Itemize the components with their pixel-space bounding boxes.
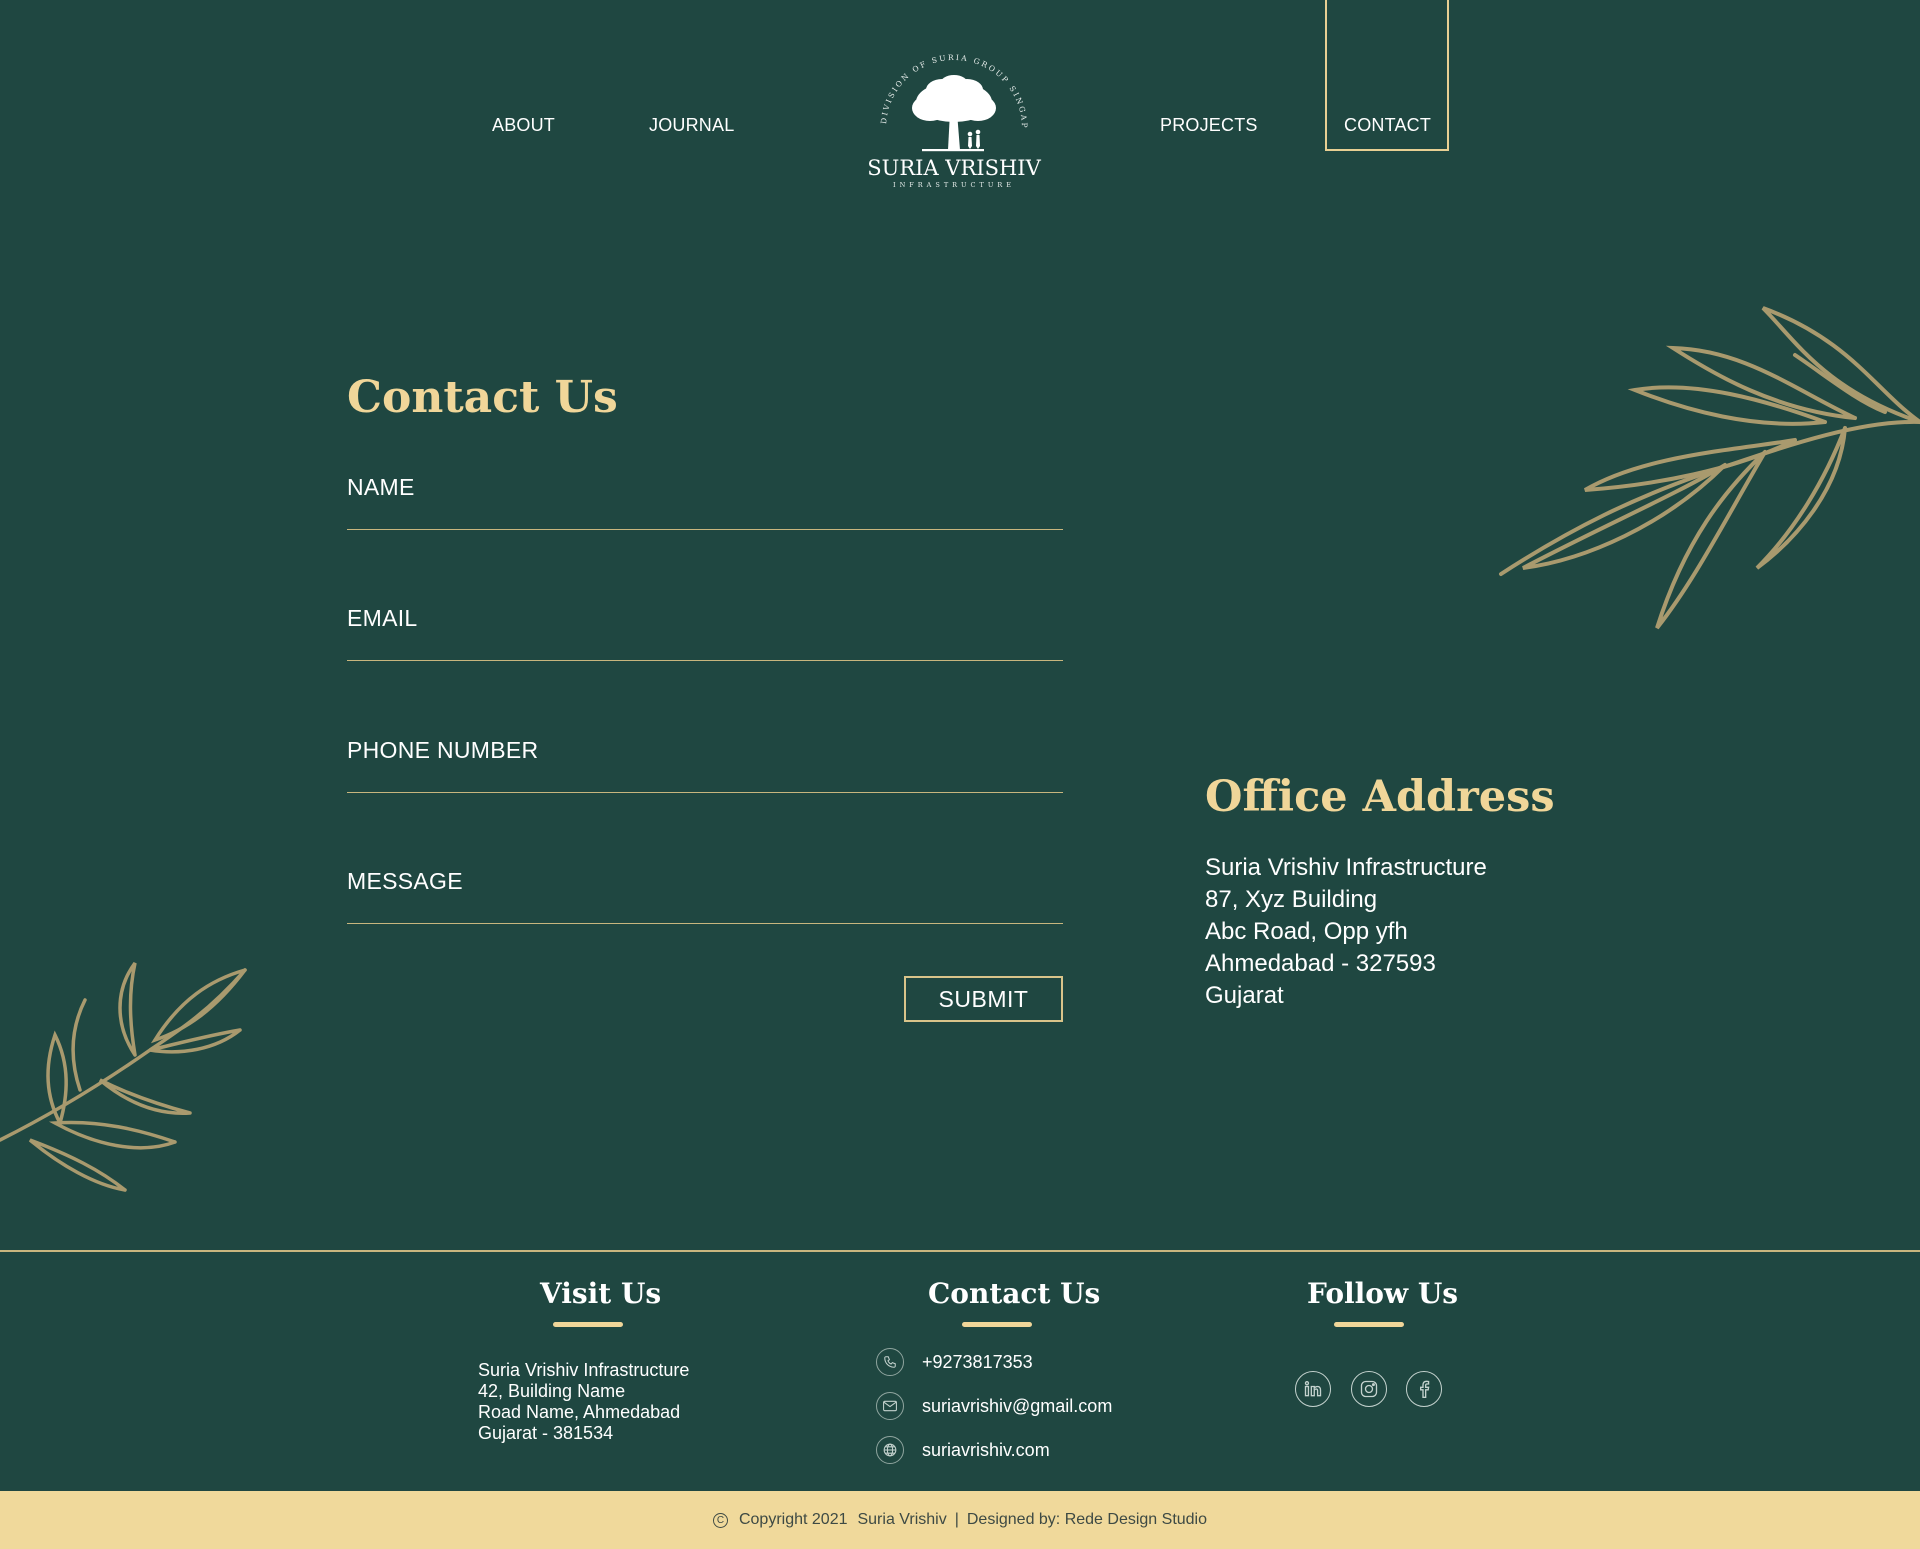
email-contact[interactable]: suriavrishiv@gmail.com	[876, 1391, 1112, 1421]
heading-underline	[962, 1322, 1032, 1327]
copyright-separator: |	[954, 1511, 959, 1528]
phone-number: +9273817353	[922, 1351, 1033, 1372]
nav-projects[interactable]: PROJECTS	[1160, 115, 1258, 136]
tree-logo-icon: DIVISION OF SURIA GROUP SINGAPORE SURIA …	[860, 43, 1042, 189]
office-address: Suria Vrishiv Infrastructure 87, Xyz Bui…	[1205, 852, 1487, 1012]
visit-address-line: 42, Building Name	[478, 1381, 626, 1401]
brand-logo[interactable]: DIVISION OF SURIA GROUP SINGAPORE SURIA …	[860, 43, 1044, 200]
nav-contact[interactable]: CONTACT	[1344, 115, 1431, 136]
nav-journal[interactable]: JOURNAL	[649, 115, 734, 136]
website-contact[interactable]: suriavrishiv.com	[876, 1435, 1050, 1465]
email-field[interactable]: EMAIL	[347, 605, 1063, 661]
leaf-branch-icon	[0, 961, 247, 1192]
office-address-line: Suria Vrishiv Infrastructure	[1205, 854, 1487, 881]
footer-contact-heading: Contact Us	[928, 1277, 1101, 1310]
email-label: EMAIL	[347, 605, 418, 631]
submit-button[interactable]: SUBMIT	[904, 976, 1063, 1022]
visit-address-line: Gujarat - 381534	[478, 1423, 614, 1443]
phone-icon	[876, 1348, 904, 1376]
website-url: suriavrishiv.com	[922, 1439, 1050, 1460]
footer-divider	[0, 1250, 1920, 1252]
office-address-title: Office Address	[1205, 772, 1555, 822]
leaf-branch-icon	[1499, 306, 1920, 630]
heading-underline	[553, 1322, 623, 1327]
globe-icon	[876, 1436, 904, 1464]
svg-text:SURIA VRISHIV: SURIA VRISHIV	[867, 156, 1041, 180]
instagram-icon[interactable]	[1351, 1371, 1387, 1407]
phone-contact[interactable]: +9273817353	[876, 1347, 1033, 1377]
email-address: suriavrishiv@gmail.com	[922, 1395, 1113, 1416]
visit-address-line: Suria Vrishiv Infrastructure	[478, 1360, 690, 1380]
follow-us-heading: Follow Us	[1307, 1277, 1459, 1310]
name-label: NAME	[347, 474, 415, 500]
phone-field[interactable]: PHONE NUMBER	[347, 737, 1063, 793]
phone-label: PHONE NUMBER	[347, 737, 539, 763]
contact-title: Contact Us	[347, 372, 618, 423]
nav-about[interactable]: ABOUT	[492, 115, 555, 136]
heading-underline	[1334, 1322, 1404, 1327]
copyright-bar: C Copyright 2021 Suria Vrishiv | Designe…	[0, 1491, 1920, 1549]
designer-credit[interactable]: Designed by: Rede Design Studio	[967, 1511, 1207, 1529]
copyright-brand: Suria Vrishiv	[857, 1511, 947, 1528]
copyright-icon: C	[712, 1512, 728, 1528]
linkedin-icon[interactable]	[1295, 1371, 1331, 1407]
office-address-line: 87, Xyz Building	[1205, 886, 1378, 913]
mail-icon	[876, 1392, 904, 1420]
message-label: MESSAGE	[347, 868, 463, 894]
office-address-line: Ahmedabad - 327593	[1205, 950, 1436, 977]
facebook-icon[interactable]	[1406, 1371, 1442, 1407]
visit-us-heading: Visit Us	[540, 1277, 662, 1310]
office-address-line: Abc Road, Opp yfh	[1205, 918, 1408, 945]
visit-address-line: Road Name, Ahmedabad	[478, 1402, 681, 1422]
copyright-year: Copyright 2021	[738, 1511, 848, 1528]
message-field[interactable]: MESSAGE	[347, 868, 1063, 924]
name-field[interactable]: NAME	[347, 474, 1063, 530]
office-address-line: Gujarat	[1205, 982, 1284, 1009]
visit-address: Suria Vrishiv Infrastructure 42, Buildin…	[478, 1360, 689, 1444]
svg-text:INFRASTRUCTURE: INFRASTRUCTURE	[893, 181, 1015, 189]
